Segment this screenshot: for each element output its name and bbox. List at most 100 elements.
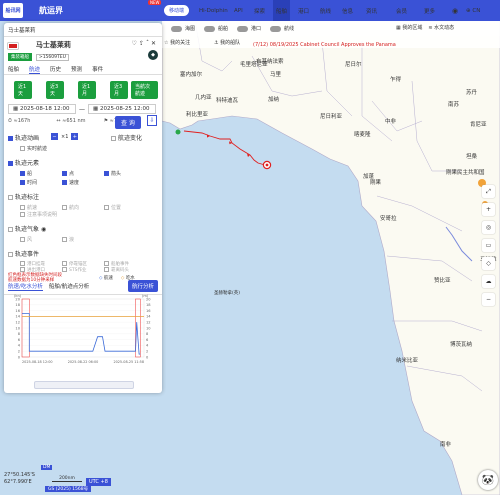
follow-button[interactable]: ☆ 我的关注 xyxy=(164,39,206,46)
elements-checkbox[interactable] xyxy=(8,161,13,166)
wave-label: 浪 xyxy=(69,237,75,243)
element-point-checkbox xyxy=(62,171,67,176)
nav-ships[interactable]: 船舶 xyxy=(273,0,291,21)
zoom-out-icon[interactable]: − xyxy=(482,293,495,306)
nav-routes[interactable]: 航线 xyxy=(320,0,331,21)
toggle-ships[interactable]: 船舶 xyxy=(204,25,228,32)
tab-ship[interactable]: 船舶 xyxy=(8,65,19,74)
toggle-chart[interactable]: 海图 xyxy=(171,25,195,32)
tab-ship-points[interactable]: 船舶/航迹点分析 xyxy=(49,282,89,290)
element-arrow[interactable]: 箭头 xyxy=(104,170,146,177)
layers-icon[interactable]: ◇ xyxy=(482,257,495,270)
nav-ports[interactable]: 港口 xyxy=(298,0,309,21)
tab-events[interactable]: 事件 xyxy=(92,65,103,74)
ship-avatar[interactable]: ◆ xyxy=(148,50,158,60)
share-icon[interactable]: ⇪ xyxy=(139,40,146,47)
element-time[interactable]: 时间 xyxy=(20,179,62,186)
follow-icon[interactable]: ♡ xyxy=(132,40,139,47)
notice-ticker[interactable]: (7/12) 08/19/2025 Cabinet Council Approv… xyxy=(253,42,396,48)
track-change-toggle[interactable]: 航迹变化 xyxy=(111,133,142,142)
start-date-input[interactable]: ▦ 2025-08-18 12:00 xyxy=(8,104,76,114)
event-label: STS作业 xyxy=(69,268,87,273)
assistant-avatar-icon[interactable]: 🐼 xyxy=(478,470,498,490)
chart-zoom-slider[interactable] xyxy=(34,381,134,389)
legend-speed[interactable]: ◇ 航速 xyxy=(99,275,113,281)
event-option[interactable]: 靠离码头 xyxy=(104,267,146,273)
elements-label: 轨迹元素 xyxy=(15,160,40,167)
toggle-icon xyxy=(270,25,282,32)
events-checkbox[interactable] xyxy=(8,252,13,257)
ship-name: 马士基莱莉 xyxy=(35,41,71,49)
ship-search-input[interactable]: 马士基莱莉 xyxy=(4,23,162,37)
range-1d-button[interactable]: 近1天 xyxy=(14,81,32,99)
language-switch[interactable]: ⊕ CN xyxy=(466,0,480,21)
flag-icon xyxy=(8,42,18,49)
speed-down-icon[interactable]: − xyxy=(51,133,58,140)
weather-icon[interactable]: ☁ xyxy=(482,275,495,288)
x-tick: 2025-08-25 11:58 xyxy=(113,360,144,364)
event-option[interactable]: STS作业 xyxy=(62,267,104,273)
tab-track[interactable]: 航迹 xyxy=(29,65,41,74)
animation-checkbox[interactable] xyxy=(8,136,13,141)
y-axis-label-right: (m) xyxy=(142,294,149,298)
map-credit: GS (2025) 1568号 xyxy=(45,486,92,492)
nav-member[interactable]: 会员 xyxy=(396,0,407,21)
user-icon[interactable]: ◉ xyxy=(452,0,458,21)
element-time-checkbox xyxy=(20,180,25,185)
duration-stat: ⏱ ≈167h xyxy=(8,118,31,124)
measure-icon[interactable]: ▭ xyxy=(482,239,495,252)
site-logo[interactable]: 船讯网 xyxy=(3,3,23,18)
element-speed[interactable]: 速度 xyxy=(62,179,104,186)
map-canvas[interactable] xyxy=(162,21,500,495)
nav-news[interactable]: 资讯 xyxy=(366,0,377,21)
mark-speed[interactable]: 航速 xyxy=(20,204,62,211)
export-icon[interactable]: ⇩ xyxy=(147,115,157,126)
timezone-badge[interactable]: UTC +8 xyxy=(86,478,111,486)
map-label: 刚果民主共和国 xyxy=(446,170,485,176)
weather-wind[interactable]: 风 xyxy=(20,236,62,243)
range-1m-button[interactable]: 近1月 xyxy=(78,81,96,99)
mark-course[interactable]: 航向 xyxy=(62,204,104,211)
tab-forecast[interactable]: 预测 xyxy=(71,65,82,74)
brand-title[interactable]: 航运界 xyxy=(39,5,63,16)
range-3d-button[interactable]: 近3天 xyxy=(46,81,64,99)
speed-up-icon[interactable]: + xyxy=(71,133,79,140)
zoom-in-icon[interactable]: + xyxy=(482,203,495,216)
element-point[interactable]: 点 xyxy=(62,170,104,177)
nav-hi-dolphin[interactable]: Hi-Dolphin xyxy=(199,0,228,21)
weather-wave[interactable]: 浪 xyxy=(62,236,104,243)
nav-api[interactable]: API xyxy=(234,0,243,21)
header-actions: ♡⇪ˆ✕ xyxy=(132,40,158,47)
speed-draft-chart: 0246810121416182002468101214161820(kn) (m… xyxy=(14,294,151,364)
realtime-option[interactable]: 实时航迹 xyxy=(4,145,162,152)
fleet-button[interactable]: ⚓ 我的船队 xyxy=(214,39,258,46)
area-button[interactable]: ▦ 我的区域 xyxy=(396,24,422,31)
dm-badge[interactable]: DM xyxy=(41,465,53,470)
range-3m-button[interactable]: 近3月 xyxy=(110,81,128,99)
mark-position[interactable]: 位置 xyxy=(104,204,146,211)
nav-info[interactable]: 信息 xyxy=(342,0,353,21)
query-button[interactable]: 查 询 xyxy=(115,116,141,129)
hydro-button[interactable]: ≋ 水文动态 xyxy=(428,24,454,31)
nav-explore[interactable]: 探索 xyxy=(254,0,265,21)
legend-draft[interactable]: ◇ 吃水 xyxy=(121,275,135,281)
fleet-label: 我的船队 xyxy=(220,39,241,46)
close-icon[interactable]: ✕ xyxy=(151,40,158,47)
mobile-app-button[interactable]: NEW 移动端 xyxy=(148,0,190,16)
nav-more[interactable]: 更多 xyxy=(424,0,435,21)
tab-history[interactable]: 历史 xyxy=(50,65,61,74)
toggle-routes[interactable]: 航线 xyxy=(270,25,294,32)
end-date-input[interactable]: ▦ 2025-08-25 12:00 xyxy=(88,104,156,114)
mark-checkbox[interactable] xyxy=(8,195,13,200)
element-ship[interactable]: 船 xyxy=(20,170,62,177)
eye-icon[interactable]: ◉ xyxy=(41,226,46,233)
range-voyage-button[interactable]: 当航次航迹 xyxy=(131,81,158,99)
coord-lat: 62°7.990'E xyxy=(4,479,32,485)
toggle-ports[interactable]: 港口 xyxy=(237,25,261,32)
mark-note[interactable]: 注意事项说明 xyxy=(20,211,146,218)
ship-capacity-tag: >15609TEU xyxy=(35,54,69,61)
weather-checkbox[interactable] xyxy=(8,227,13,232)
wind-label: 风 xyxy=(27,237,33,243)
fullscreen-icon[interactable]: ⤢ xyxy=(482,185,495,198)
locate-icon[interactable]: ◎ xyxy=(482,221,495,234)
